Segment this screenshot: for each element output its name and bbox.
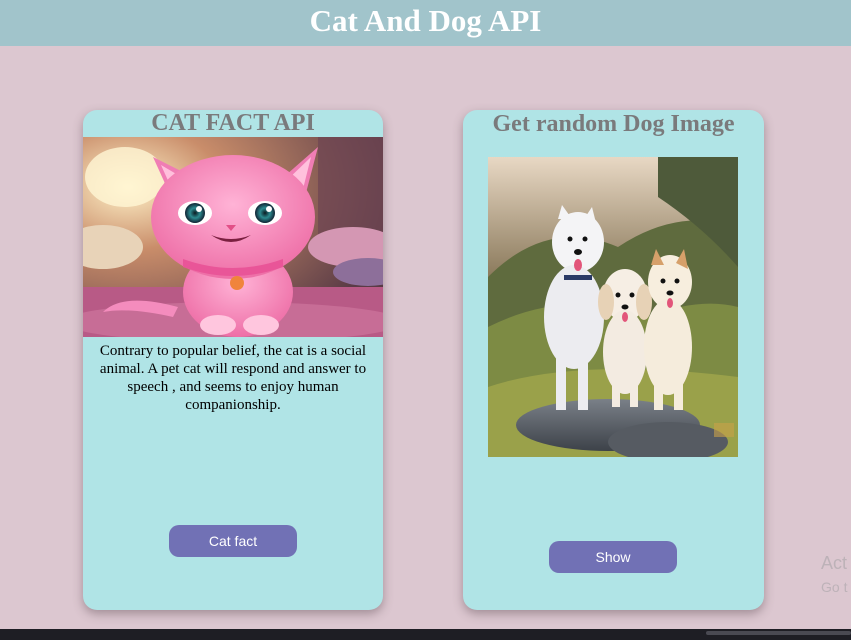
dog-card-title: Get random Dog Image [492, 111, 735, 137]
bottom-scrollbar[interactable] [0, 629, 851, 640]
scrollbar-thumb[interactable] [706, 631, 851, 635]
cat-fact-card: CAT FACT API Contrary to popular belief,… [83, 110, 383, 610]
cat-image [83, 137, 383, 337]
cat-fact-button[interactable]: Cat fact [169, 525, 297, 557]
page-title: Cat And Dog API [309, 3, 542, 38]
activation-watermark: Act Go t [821, 552, 847, 596]
watermark-line-2: Go t [821, 579, 848, 595]
show-dog-button[interactable]: Show [549, 541, 677, 573]
watermark-line-1: Act [821, 553, 848, 573]
header-bar: Cat And Dog API [0, 0, 851, 46]
dog-image [488, 157, 738, 457]
cat-card-title: CAT FACT API [151, 110, 315, 136]
dog-image-card: Get random Dog Image Show [463, 110, 764, 610]
cat-fact-text: Contrary to popular belief, the cat is a… [99, 343, 367, 413]
